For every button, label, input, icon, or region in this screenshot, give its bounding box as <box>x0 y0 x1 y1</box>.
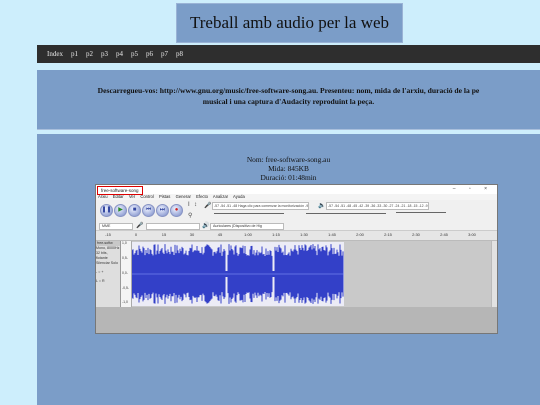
menu-generar[interactable]: Generar <box>176 194 191 199</box>
playback-speed-slider[interactable] <box>396 212 446 213</box>
scale-label: -1,0 <box>122 300 128 304</box>
nav-link-p1[interactable]: p1 <box>71 50 78 58</box>
notice-line-1: Descarregueu-vos: http://www.gnu.org/mus… <box>97 86 480 95</box>
play-meter[interactable]: -57 -54 -51 -48 -45 -42 -39 -36 -33 -30 … <box>326 202 429 210</box>
waveform[interactable] <box>132 242 344 306</box>
microphone-device-icon: 🎤 <box>136 223 144 229</box>
top-nav: Index p1 p2 p3 p4 p5 p6 p7 p8 <box>37 45 540 63</box>
empty-track-area <box>96 307 497 333</box>
menu-ayuda[interactable]: Ayuda <box>233 194 245 199</box>
window-title: free-software-song <box>97 186 143 195</box>
scale-label: 0,0- <box>122 271 128 275</box>
window-titlebar: free-software-song – ▫ × <box>96 185 497 195</box>
input-device-select[interactable] <box>146 223 200 230</box>
assignment-notice: Descarregueu-vos: http://www.gnu.org/mus… <box>37 70 540 130</box>
ruler-tick-label: 1:00 <box>244 232 252 237</box>
ruler-tick-label: 1:15 <box>272 232 280 237</box>
speaker-icon: 🔈 <box>318 203 326 209</box>
ruler-tick-label: 0 <box>134 232 138 237</box>
selection-tool-icon[interactable]: I <box>188 202 190 208</box>
main-panel: Nom: free-software-song.au Mida: 845KB D… <box>37 134 540 405</box>
file-duration: Duració: 01:48min <box>260 173 317 182</box>
ruler-tick-label: 3:00 <box>468 232 476 237</box>
device-toolbar: MME 🎤 🔊 Auriculares (Dispositivo de Hig <box>96 222 497 230</box>
timeline-ruler[interactable]: -15 0 15 30 45 1:00 1:15 1:30 1:45 2:00 2:15 2:30 2:… <box>96 230 497 241</box>
play-icon[interactable]: ▶ <box>114 204 127 217</box>
record-meter[interactable]: -57 -54 -51 -48 Haga clic para comenzar … <box>212 202 309 210</box>
window-controls[interactable]: – ▫ × <box>453 185 493 194</box>
scale-label: -0,5- <box>122 286 129 290</box>
ruler-tick-label: 1:30 <box>300 232 308 237</box>
nav-link-p3[interactable]: p3 <box>101 50 108 58</box>
nav-link-index[interactable]: Index <box>47 50 63 58</box>
nav-link-p5[interactable]: p5 <box>131 50 138 58</box>
ruler-tick-label: 1:45 <box>328 232 336 237</box>
menu-efecto[interactable]: Efecto <box>196 194 208 199</box>
ruler-tick-label: 2:00 <box>356 232 364 237</box>
ruler-tick-label: 45 <box>217 232 223 237</box>
track-mute-solo[interactable]: Silenciar Solo <box>96 261 120 266</box>
gain-slider[interactable]: - ○ + <box>96 270 120 275</box>
microphone-icon: 🎤 <box>204 203 212 209</box>
menu-pistas[interactable]: Pistas <box>159 194 170 199</box>
waveform-graphic <box>132 244 344 304</box>
audacity-screenshot: free-software-song – ▫ × Arxiu Editar Ve… <box>95 184 498 334</box>
ruler-tick-label: 15 <box>161 232 167 237</box>
zoom-tool-icon[interactable]: ⚲ <box>188 212 192 219</box>
track-info-format: 32 bits, flotante <box>96 251 108 260</box>
skip-end-icon[interactable]: ⏭ <box>156 204 169 217</box>
nav-link-p8[interactable]: p8 <box>176 50 183 58</box>
pause-icon[interactable]: ❚❚ <box>100 204 113 217</box>
vertical-scrollbar[interactable] <box>491 241 497 307</box>
record-icon[interactable]: ● <box>170 204 183 217</box>
pan-slider[interactable]: L ○ R <box>96 279 120 284</box>
notice-line-2: musical i una captura d'Audacity reprodu… <box>202 97 375 106</box>
nav-link-p4[interactable]: p4 <box>116 50 123 58</box>
envelope-tool-icon[interactable]: ↕ <box>194 202 197 208</box>
edit-tools-strip <box>306 213 386 214</box>
page-title: Treball amb audio per la web <box>189 13 390 32</box>
record-volume-slider[interactable] <box>214 213 284 214</box>
scale-label: 0,5- <box>122 256 128 260</box>
track-area: free-softw Mono, 8000Hz 32 bits, flotant… <box>96 241 497 307</box>
nav-link-p7[interactable]: p7 <box>161 50 168 58</box>
nav-link-p6[interactable]: p6 <box>146 50 153 58</box>
scale-label: 1,0 <box>122 241 127 245</box>
ruler-tick-label: -15 <box>105 232 111 237</box>
file-name: Nom: free-software-song.au <box>246 155 331 164</box>
menu-analizar[interactable]: Analizar <box>213 194 228 199</box>
host-select[interactable]: MME <box>99 223 133 230</box>
file-info: Nom: free-software-song.au Mida: 845KB D… <box>37 155 540 182</box>
nav-link-p2[interactable]: p2 <box>86 50 93 58</box>
ruler-tick-label: 2:45 <box>440 232 448 237</box>
ruler-tick-label: 2:15 <box>384 232 392 237</box>
skip-start-icon[interactable]: ⏮ <box>142 204 155 217</box>
page-title-box: Treball amb audio per la web <box>176 3 403 43</box>
toolbar: ❚❚ ▶ ■ ⏮ ⏭ ● I ↕ ⚲ 🎤 -57 -54 -51 -48 Hag… <box>96 200 497 222</box>
speaker-device-icon: 🔊 <box>202 223 210 229</box>
stop-icon[interactable]: ■ <box>128 204 141 217</box>
amplitude-scale: 1,0 0,5- 0,0- -0,5- -1,0 <box>121 241 132 307</box>
output-device-select[interactable]: Auriculares (Dispositivo de Hig <box>210 223 284 230</box>
ruler-tick-label: 30 <box>189 232 195 237</box>
ruler-tick-label: 2:30 <box>412 232 420 237</box>
track-control-panel[interactable]: free-softw Mono, 8000Hz 32 bits, flotant… <box>96 241 121 307</box>
file-size: Mida: 845KB <box>268 164 309 173</box>
